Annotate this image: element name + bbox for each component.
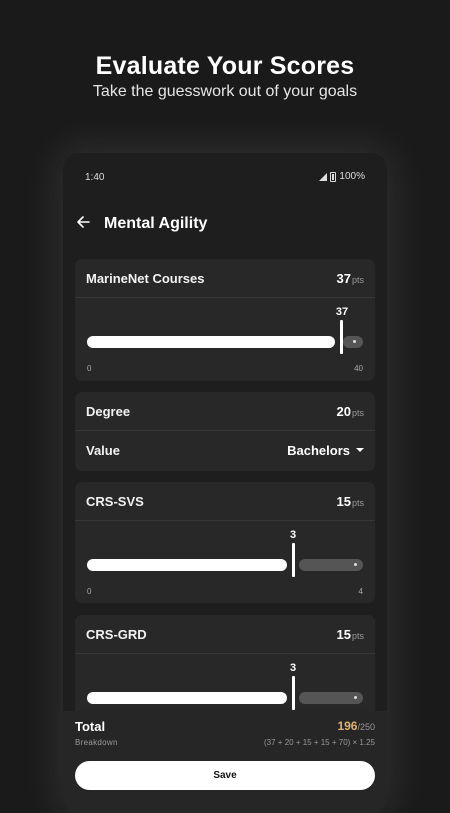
hero-title: Evaluate Your Scores bbox=[95, 52, 355, 80]
screen-title: Mental Agility bbox=[104, 215, 208, 232]
slider-min-label: 0 bbox=[87, 587, 92, 596]
signal-icon bbox=[319, 172, 328, 181]
status-icons: 100% bbox=[319, 171, 365, 182]
marinenet-header: MarineNet Courses 37pts bbox=[75, 259, 375, 297]
marinenet-slider[interactable]: 37 0 40 bbox=[75, 298, 375, 378]
degree-card: Degree 20pts Value Bachelors bbox=[75, 392, 375, 471]
arrow-left-icon[interactable] bbox=[76, 215, 90, 229]
slider-stop-dot bbox=[354, 563, 357, 566]
crs-svs-label: CRS-SVS bbox=[86, 493, 144, 509]
slider-active-track bbox=[87, 692, 287, 704]
degree-value-row: Value Bachelors bbox=[75, 431, 375, 469]
degree-dropdown[interactable]: Bachelors bbox=[287, 443, 364, 458]
crs-grd-header: CRS-GRD 15pts bbox=[75, 615, 375, 653]
crs-grd-points: 15pts bbox=[336, 626, 364, 642]
slider-stop-dot bbox=[354, 696, 357, 699]
breakdown-label: Breakdown bbox=[75, 738, 118, 747]
caret-down-icon bbox=[356, 448, 364, 452]
crs-grd-slider-value: 3 bbox=[289, 662, 297, 674]
phone-screen: 1:40 100% Mental Agility MarineNet Cours… bbox=[63, 153, 387, 813]
slider-thumb[interactable] bbox=[292, 676, 295, 710]
crs-svs-slider-value: 3 bbox=[289, 529, 297, 541]
breakdown-formula: (37 + 20 + 15 + 15 + 70) × 1.25 bbox=[264, 738, 375, 747]
hero-subtitle: Take the guesswork out of your goals bbox=[92, 83, 358, 100]
total-footer: Total Breakdown 196/250 (37 + 20 + 15 + … bbox=[63, 711, 387, 813]
battery-percent: 100% bbox=[339, 171, 365, 182]
save-button[interactable]: Save bbox=[75, 761, 375, 790]
marinenet-points: 37pts bbox=[336, 270, 364, 286]
marinenet-label: MarineNet Courses bbox=[86, 270, 205, 286]
slider-active-track bbox=[87, 559, 287, 571]
slider-max-label: 4 bbox=[358, 587, 363, 596]
slider-stop-dot bbox=[353, 340, 356, 343]
total-label: Total bbox=[75, 719, 106, 734]
marinenet-slider-value: 37 bbox=[335, 306, 349, 318]
marinenet-card: MarineNet Courses 37pts 37 0 40 bbox=[75, 259, 375, 381]
slider-active-track bbox=[87, 336, 335, 348]
total-score: 196/250 bbox=[337, 719, 375, 733]
crs-svs-header: CRS-SVS 15pts bbox=[75, 482, 375, 520]
degree-dropdown-value: Bachelors bbox=[287, 442, 350, 458]
crs-svs-points: 15pts bbox=[336, 493, 364, 509]
slider-thumb[interactable] bbox=[340, 320, 343, 354]
battery-icon bbox=[330, 171, 337, 182]
crs-svs-slider[interactable]: 3 0 4 bbox=[75, 521, 375, 601]
status-time: 1:40 bbox=[85, 172, 105, 183]
degree-label: Degree bbox=[86, 403, 131, 419]
slider-min-label: 0 bbox=[87, 364, 92, 373]
crs-svs-card: CRS-SVS 15pts 3 0 4 bbox=[75, 482, 375, 603]
slider-thumb[interactable] bbox=[292, 543, 295, 577]
degree-value-label: Value bbox=[86, 442, 120, 458]
crs-grd-label: CRS-GRD bbox=[86, 626, 147, 642]
slider-max-label: 40 bbox=[354, 364, 363, 373]
degree-points: 20pts bbox=[336, 403, 364, 419]
degree-header: Degree 20pts bbox=[75, 392, 375, 430]
